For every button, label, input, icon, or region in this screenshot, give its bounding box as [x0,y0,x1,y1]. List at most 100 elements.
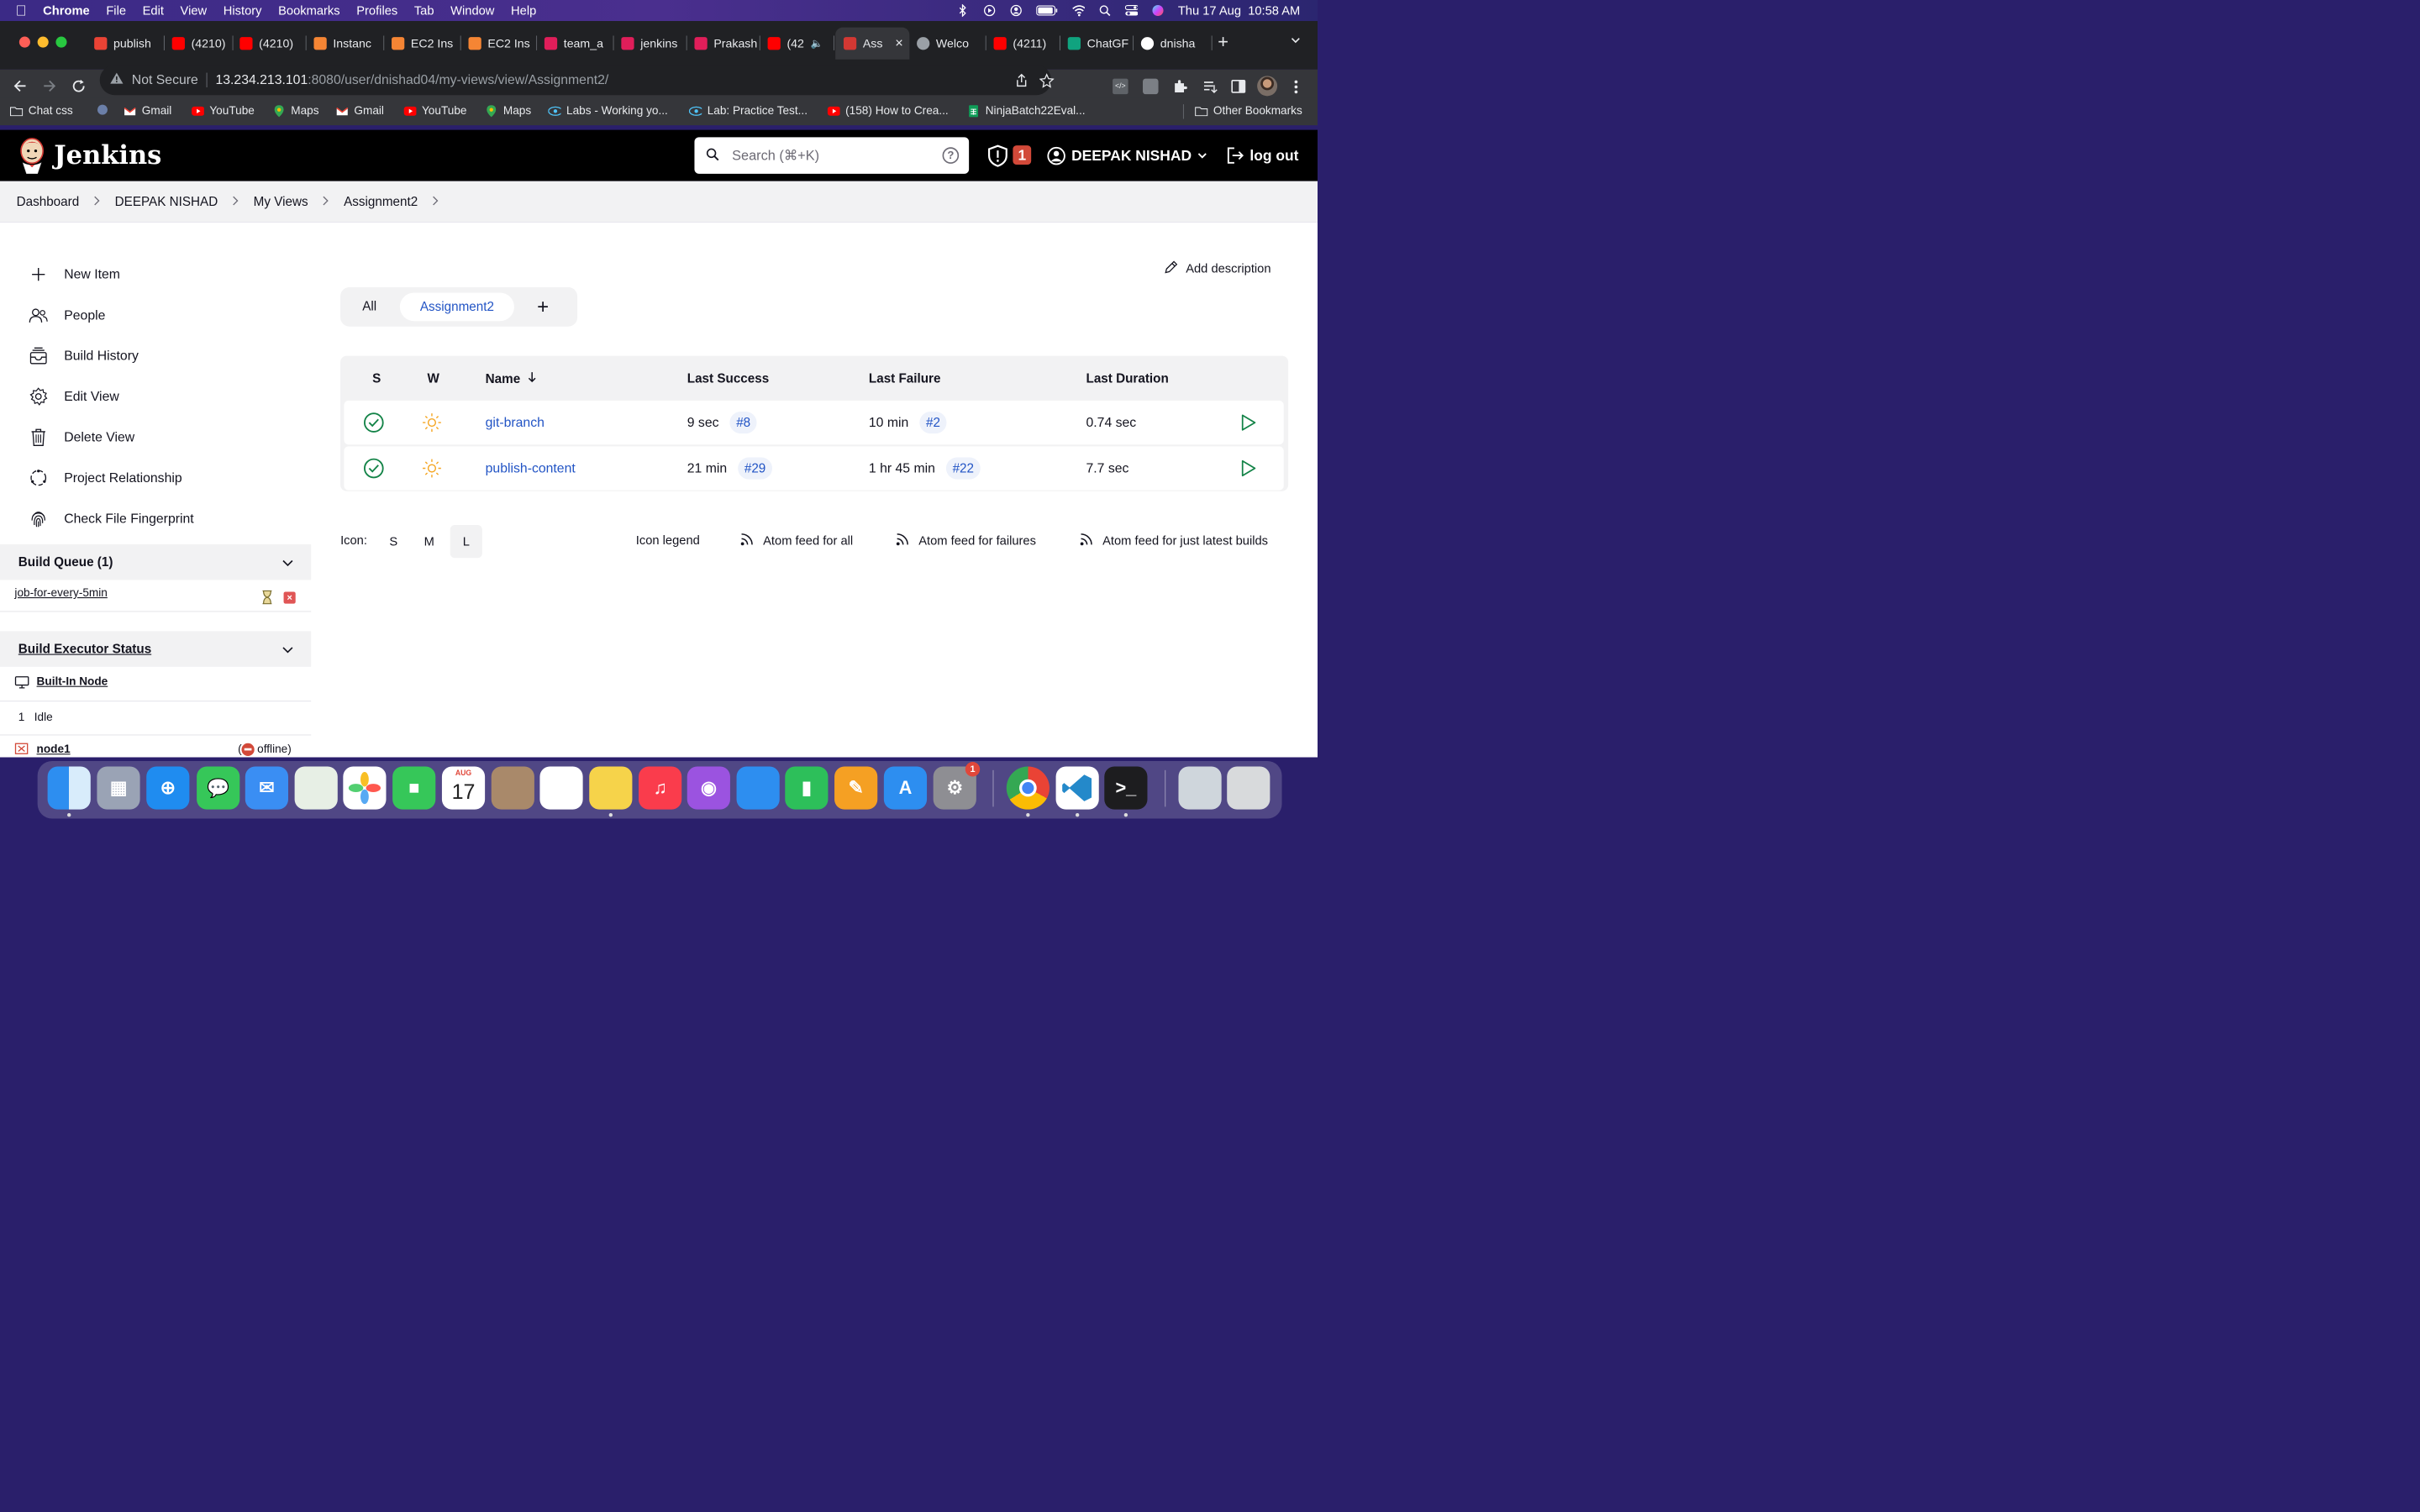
search-input[interactable]: Search (⌘+K) [732,148,819,164]
chevron-down-icon[interactable] [281,557,293,571]
build-executor-title[interactable]: Build Executor Status [18,642,151,656]
column-header-status[interactable]: S [372,371,381,386]
built-in-node-link[interactable]: Built-In Node [37,675,108,689]
breadcrumb-my-views[interactable]: My Views [254,194,308,208]
browser-tab[interactable]: (4210) [234,30,307,57]
success-build-link[interactable]: #8 [729,411,757,434]
now-playing-icon[interactable] [983,4,996,17]
keynote-icon[interactable] [736,766,780,810]
user-menu[interactable]: DEEPAK NISHAD [1071,147,1192,164]
profile-avatar[interactable] [1257,76,1278,97]
user-icon[interactable] [1047,146,1066,168]
chevron-right-icon[interactable] [94,194,101,208]
browser-tab[interactable]: (4211) [987,30,1061,57]
window-zoom-button[interactable] [55,36,67,48]
build-play-icon[interactable] [1241,401,1257,444]
logout-link[interactable]: log out [1249,147,1298,164]
success-status-icon[interactable] [363,446,384,490]
jenkins-search-box[interactable]: Search (⌘+K) ? [694,137,970,174]
browser-tab[interactable]: Welco [910,30,986,57]
user-account-icon[interactable] [1009,4,1022,17]
forward-icon[interactable] [41,78,58,97]
browser-tab[interactable]: Ass × [835,27,910,60]
address-bar[interactable]: Not Secure 13.234.213.101:8080/user/dnis… [99,65,1055,96]
system-settings-icon[interactable]: ⚙ 1 [933,762,981,810]
app-store-icon[interactable]: A [883,766,928,810]
music-icon[interactable]: ♫ [639,766,682,810]
finder-icon[interactable] [47,766,91,810]
devtools-extension-icon[interactable]: </> [1113,78,1128,95]
browser-tab[interactable]: publish [88,30,165,57]
browser-tab[interactable]: dnisha [1134,30,1213,57]
side-panel-icon[interactable] [1231,79,1247,97]
build-queue-header[interactable]: Build Queue (1) [0,543,312,580]
tab-close-icon[interactable]: × [895,35,903,51]
tab-all[interactable]: All [362,299,376,313]
column-header-weather[interactable]: W [428,371,439,386]
apple-menu-icon[interactable]:  [16,2,27,18]
bookmark-item[interactable]: Chat css [9,104,73,118]
chevron-down-icon[interactable] [281,644,293,659]
atom-feed-failures-link[interactable]: Atom feed for failures [896,533,1036,549]
menubar-clock[interactable]: Thu 17 Aug 10:58 AM [1178,3,1300,18]
bookmark-item[interactable]: YouTube [403,104,466,118]
add-view-icon[interactable]: + [537,296,549,318]
bookmark-item[interactable]: Gmail [336,104,384,118]
sidebar-item-edit-view[interactable]: Edit View [29,386,119,407]
sidebar-item-check-file-fingerprint[interactable]: Check File Fingerprint [29,508,194,528]
warning-icon[interactable] [110,71,124,88]
breadcrumb-assignment2[interactable]: Assignment2 [344,194,418,208]
sidebar-item-build-history[interactable]: Build History [29,346,139,366]
security-shield-icon[interactable] [987,144,1008,170]
wifi-icon[interactable] [1072,4,1085,17]
failure-build-link[interactable]: #2 [919,411,947,434]
column-header-name[interactable]: Name [486,371,537,386]
bookmark-item[interactable]: YouTube [192,104,255,118]
battery-icon[interactable] [1036,4,1058,17]
bookmark-item[interactable]: Labs - Working yo... [548,104,668,118]
column-header-last-failure[interactable]: Last Failure [869,371,941,386]
tab-search-chevron-icon[interactable] [1290,34,1301,48]
tab-assignment2[interactable]: Assignment2 [399,292,514,322]
build-play-icon[interactable] [1241,446,1257,490]
icon-size-s[interactable]: S [384,526,402,557]
safari-icon[interactable]: ⊕ [146,766,190,810]
sidebar-item-project-relationship[interactable]: Project Relationship [29,468,182,488]
build-queue-title[interactable]: Build Queue (1) [18,554,113,569]
breadcrumb-user[interactable]: DEEPAK NISHAD [115,194,218,208]
browser-tab[interactable]: team_a [538,30,614,57]
job-name-link[interactable]: git-branch [486,401,544,444]
menu-history[interactable]: History [224,3,262,18]
node1-link[interactable]: node1 [37,743,71,756]
share-icon[interactable] [1015,73,1028,92]
icon-size-l[interactable]: L [450,525,482,559]
extensions-puzzle-icon[interactable] [1172,79,1188,97]
sunny-weather-icon[interactable] [422,446,442,490]
back-icon[interactable] [12,78,29,97]
job-name-link[interactable]: publish-content [486,446,576,490]
failure-build-link[interactable]: #22 [945,457,981,480]
mail-icon[interactable]: ✉ [245,766,288,810]
other-bookmarks[interactable]: Other Bookmarks [1195,104,1302,118]
success-status-icon[interactable] [363,401,384,444]
column-header-last-duration[interactable]: Last Duration [1086,371,1169,386]
menu-bookmarks[interactable]: Bookmarks [278,3,340,18]
browser-tab[interactable]: (4210) [166,30,234,57]
browser-tab[interactable]: Prakash [688,30,760,57]
build-executor-header[interactable]: Build Executor Status [0,631,312,667]
calendar-icon[interactable]: AUG 17 [441,766,486,810]
browser-tab[interactable]: jenkins [615,30,687,57]
sidebar-item-new-item[interactable]: New Item [29,265,120,285]
messages-icon[interactable]: 💬 [197,766,240,810]
browser-tab[interactable]: EC2 Ins [385,30,461,57]
menu-profiles[interactable]: Profiles [356,3,397,18]
menu-window[interactable]: Window [450,3,494,18]
spotlight-search-icon[interactable] [1098,4,1111,17]
alerts-badge[interactable]: 1 [1013,145,1032,165]
column-header-last-success[interactable]: Last Success [687,371,769,386]
facetime-icon[interactable]: ■ [392,766,436,810]
maps-icon[interactable] [294,766,338,810]
window-close-button[interactable] [18,36,30,48]
menu-edit[interactable]: Edit [143,3,164,18]
control-center-icon[interactable] [1124,4,1138,17]
